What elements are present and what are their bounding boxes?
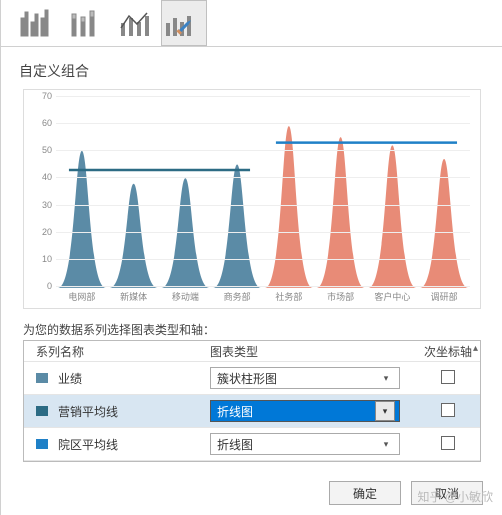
y-tick: 60 [30, 118, 52, 128]
secondary-axis-checkbox[interactable] [441, 403, 455, 417]
custom-combo-icon [165, 8, 203, 38]
chevron-down-icon: ▾ [377, 369, 395, 387]
secondary-axis-checkbox[interactable] [441, 370, 455, 384]
chart-type-value: 簇状柱形图 [217, 370, 277, 387]
y-tick: 40 [30, 172, 52, 182]
chart-type-value: 折线图 [217, 436, 253, 453]
clustered-column-icon [19, 8, 49, 38]
x-tick: 电网部 [56, 290, 108, 304]
series-row[interactable]: 业绩 簇状柱形图 ▾ [24, 362, 480, 395]
column-line-icon [119, 8, 149, 38]
series-label: 业绩 [58, 370, 82, 387]
series-row[interactable]: 院区平均线 折线图 ▾ [24, 428, 480, 461]
header-chart-type: 图表类型 [206, 343, 416, 360]
prompt-text: 为您的数据系列选择图表类型和轴： [1, 313, 502, 340]
chevron-down-icon: ▾ [375, 401, 395, 421]
series-color-mark [36, 439, 48, 449]
series-color-mark [36, 406, 48, 416]
series-row[interactable]: 营销平均线 折线图 ▾ [24, 395, 480, 428]
tab-column-line[interactable] [111, 0, 157, 46]
stacked-column-icon [69, 8, 99, 38]
scroll-up-icon[interactable]: ▴ [473, 343, 478, 354]
section-title: 自定义组合 [1, 47, 502, 87]
header-series-name: 系列名称 [24, 343, 206, 360]
tab-custom-combo[interactable] [161, 0, 207, 46]
series-table: ▴ 系列名称 图表类型 次坐标轴 业绩簇状柱形图▾营销平均线折线图▾院区平均线折… [23, 340, 481, 462]
series-label: 营销平均线 [58, 403, 118, 420]
cancel-button[interactable]: 取消 [411, 481, 483, 505]
tab-clustered-column[interactable] [11, 0, 57, 46]
tab-stacked-column[interactable] [61, 0, 107, 46]
chart-type-combo[interactable]: 簇状柱形图 ▾ [210, 367, 400, 389]
header-secondary-axis: 次坐标轴 [416, 343, 480, 360]
x-tick: 社务部 [263, 290, 315, 304]
y-tick: 0 [30, 281, 52, 291]
chart-type-value: 折线图 [217, 403, 253, 420]
chart-type-tabs [1, 0, 502, 47]
y-tick: 30 [30, 200, 52, 210]
y-tick: 50 [30, 145, 52, 155]
chart-preview: 0 10 20 30 40 50 60 70 电网部新媒体移动端商务部社务部市场部客户中心调研… [23, 89, 481, 309]
chevron-down-icon: ▾ [377, 435, 395, 453]
secondary-axis-checkbox[interactable] [441, 436, 455, 450]
x-tick: 客户中心 [367, 290, 419, 304]
chart-type-combo[interactable]: 折线图 ▾ [210, 433, 400, 455]
x-tick: 调研部 [418, 290, 470, 304]
x-tick: 市场部 [315, 290, 367, 304]
x-tick: 新媒体 [108, 290, 160, 304]
y-tick: 70 [30, 91, 52, 101]
y-tick: 20 [30, 227, 52, 237]
chart-type-combo[interactable]: 折线图 ▾ [210, 400, 400, 422]
x-tick: 商务部 [211, 290, 263, 304]
series-label: 院区平均线 [58, 436, 118, 453]
series-color-mark [36, 373, 48, 383]
ok-button[interactable]: 确定 [329, 481, 401, 505]
x-tick: 移动端 [160, 290, 212, 304]
y-tick: 10 [30, 254, 52, 264]
